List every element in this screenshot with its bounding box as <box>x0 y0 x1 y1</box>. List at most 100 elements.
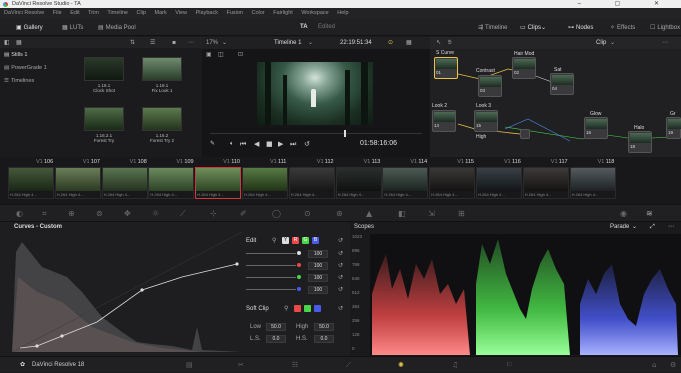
more-options-icon[interactable]: ⋯ <box>662 37 668 49</box>
split-icon[interactable]: ◫ <box>218 51 224 58</box>
viewer-mode-icon[interactable]: ▣ <box>206 51 212 58</box>
node-halo[interactable]: 18 <box>628 131 652 153</box>
menu-clip[interactable]: Clip <box>136 10 145 16</box>
clip-thumbnail[interactable]: H.264 High 4... <box>242 167 288 199</box>
color-warper-icon[interactable]: ⊹ <box>210 209 217 218</box>
motion-effects-icon[interactable]: ✥ <box>124 209 131 218</box>
softclip-g-button[interactable] <box>304 305 311 312</box>
step-back-icon[interactable]: ◀ <box>254 137 259 151</box>
audio-icon[interactable]: 🔈︎ <box>230 137 234 151</box>
intensity-slider-g[interactable] <box>246 277 296 278</box>
reset-icon[interactable]: ↺ <box>338 250 343 257</box>
luts-button[interactable]: ▦ LUTs <box>62 19 83 36</box>
fusion-page-icon[interactable]: ⟋ <box>346 357 351 373</box>
y-intensity-value[interactable]: 100 <box>308 250 328 258</box>
pointer-icon[interactable]: ↖ <box>436 37 441 49</box>
loop-icon[interactable]: ↺ <box>304 137 310 151</box>
menu-color[interactable]: Color <box>252 10 265 16</box>
still-thumbnail[interactable] <box>142 57 182 81</box>
node-glow[interactable]: 16 <box>584 117 608 139</box>
timeline-button[interactable]: ⇶ Timeline <box>478 19 507 36</box>
low-value[interactable]: 50.0 <box>266 323 286 331</box>
curves-icon[interactable]: ⟋ <box>180 209 186 219</box>
sort-icon[interactable]: ⇅ <box>130 37 135 48</box>
still-thumbnail[interactable] <box>142 107 182 131</box>
scope-mode-selector[interactable]: Parade <box>610 222 629 232</box>
clip-thumbnail[interactable]: H.264 High 4... <box>382 167 429 199</box>
scrubber-bar[interactable] <box>210 133 422 134</box>
gallery-button[interactable]: ▣ Gallery <box>16 19 43 36</box>
grid-small-icon[interactable]: ▪ <box>172 37 176 48</box>
clip-thumbnail[interactable]: H.264 High 4... <box>101 167 148 199</box>
channel-y-button[interactable]: Y <box>282 237 289 244</box>
reset-icon[interactable]: ↺ <box>338 274 343 281</box>
list-view-icon[interactable]: ☰ <box>150 37 155 48</box>
clip-thumbnail[interactable]: H.264 High 4... <box>148 167 195 199</box>
playhead[interactable] <box>344 130 346 137</box>
menu-help[interactable]: Help <box>337 10 348 16</box>
album-stills[interactable]: ▤ Stills 1 <box>4 52 27 58</box>
effects-button[interactable]: ✧ Effects <box>610 19 635 36</box>
channel-r-button[interactable]: R <box>292 237 299 244</box>
more-options-icon[interactable]: ⋯ <box>668 222 674 232</box>
grid-icon[interactable]: ▦ <box>406 37 412 49</box>
fairlight-page-icon[interactable]: ♫ <box>452 357 458 373</box>
node-mode-selector[interactable]: Clip <box>596 37 606 49</box>
chevron-down-icon[interactable]: ⌄ <box>222 37 227 49</box>
color-page-icon[interactable]: ✺ <box>398 357 404 373</box>
tracker-icon[interactable]: ⊙ <box>304 209 311 218</box>
menu-mark[interactable]: Mark <box>155 10 167 16</box>
g-intensity-value[interactable]: 100 <box>308 274 328 282</box>
clip-thumbnail[interactable]: H.264 High 4... <box>476 167 522 199</box>
chevron-down-icon[interactable]: ⌄ <box>308 37 313 49</box>
skip-start-icon[interactable]: ⏮︎ <box>240 137 246 151</box>
menu-trim[interactable]: Trim <box>88 10 99 16</box>
ls-value[interactable]: 0.0 <box>266 335 286 343</box>
lightbox-button[interactable]: ☐ Lightbox <box>650 19 680 36</box>
window-controls[interactable]: – ▢ ✕ <box>578 0 675 8</box>
clip-thumbnail[interactable]: H.264 High 4... <box>8 167 54 199</box>
node-gr[interactable]: 19 <box>666 117 681 139</box>
reset-icon[interactable]: ↺ <box>338 305 343 312</box>
node-s-curve[interactable]: 01 <box>434 57 458 79</box>
link-icon[interactable]: ⚲ <box>284 305 288 312</box>
intensity-slider-b[interactable] <box>246 289 296 290</box>
menu-davinci[interactable]: DaVinci Resolve <box>4 10 44 16</box>
node-look-3[interactable]: 15 <box>474 110 498 132</box>
clip-thumbnail[interactable]: H.264 High 4... <box>429 167 476 199</box>
menu-timeline[interactable]: Timeline <box>107 10 128 16</box>
menu-playback[interactable]: Playback <box>196 10 218 16</box>
highlight-icon[interactable]: ⊙ <box>388 37 393 49</box>
brush-icon[interactable]: ✎ <box>210 137 215 151</box>
clips-button[interactable]: ▭ Clips⌄ <box>520 19 548 36</box>
softclip-b-button[interactable] <box>314 305 321 312</box>
stop-icon[interactable]: ■ <box>266 137 273 151</box>
cut-page-icon[interactable]: ✂ <box>238 357 244 373</box>
blur-icon[interactable]: ▲ <box>366 209 372 218</box>
sidebar-toggle-icon[interactable]: ◧ <box>4 37 10 48</box>
zoom-level[interactable]: 17% <box>206 37 218 49</box>
softclip-r-button[interactable] <box>294 305 301 312</box>
chevron-down-icon[interactable]: ⌄ <box>632 222 637 232</box>
reset-icon[interactable]: ↺ <box>338 262 343 269</box>
clip-thumbnail[interactable]: H.264 High 4... <box>569 167 616 199</box>
hand-icon[interactable]: ✋︎ <box>448 37 451 49</box>
menu-workspace[interactable]: Workspace <box>301 10 328 16</box>
b-intensity-value[interactable]: 100 <box>308 286 328 294</box>
hs-value[interactable]: 0.0 <box>314 335 334 343</box>
menu-file[interactable]: File <box>53 10 62 16</box>
album-powergrade[interactable]: ▤ PowerGrade 1 <box>4 65 47 71</box>
settings-gear-icon[interactable]: ⚙ <box>670 357 676 373</box>
deliver-page-icon[interactable]: ⚐ <box>506 357 512 373</box>
more-options-icon[interactable]: ⋯ <box>188 37 194 48</box>
nodes-button[interactable]: ⊶ Nodes <box>568 19 593 36</box>
chevron-down-icon[interactable]: ⌄ <box>610 37 615 49</box>
album-timelines[interactable]: ☰ Timelines <box>4 78 34 84</box>
camera-raw-icon[interactable]: ◐ <box>16 209 23 218</box>
info-icon[interactable]: ≋ <box>646 209 653 218</box>
window-icon[interactable]: ◯ <box>272 209 281 218</box>
high-value[interactable]: 50.0 <box>314 323 334 331</box>
media-page-icon[interactable]: ▤ <box>186 357 193 373</box>
still-thumbnail[interactable] <box>84 57 124 81</box>
menu-view[interactable]: View <box>175 10 187 16</box>
